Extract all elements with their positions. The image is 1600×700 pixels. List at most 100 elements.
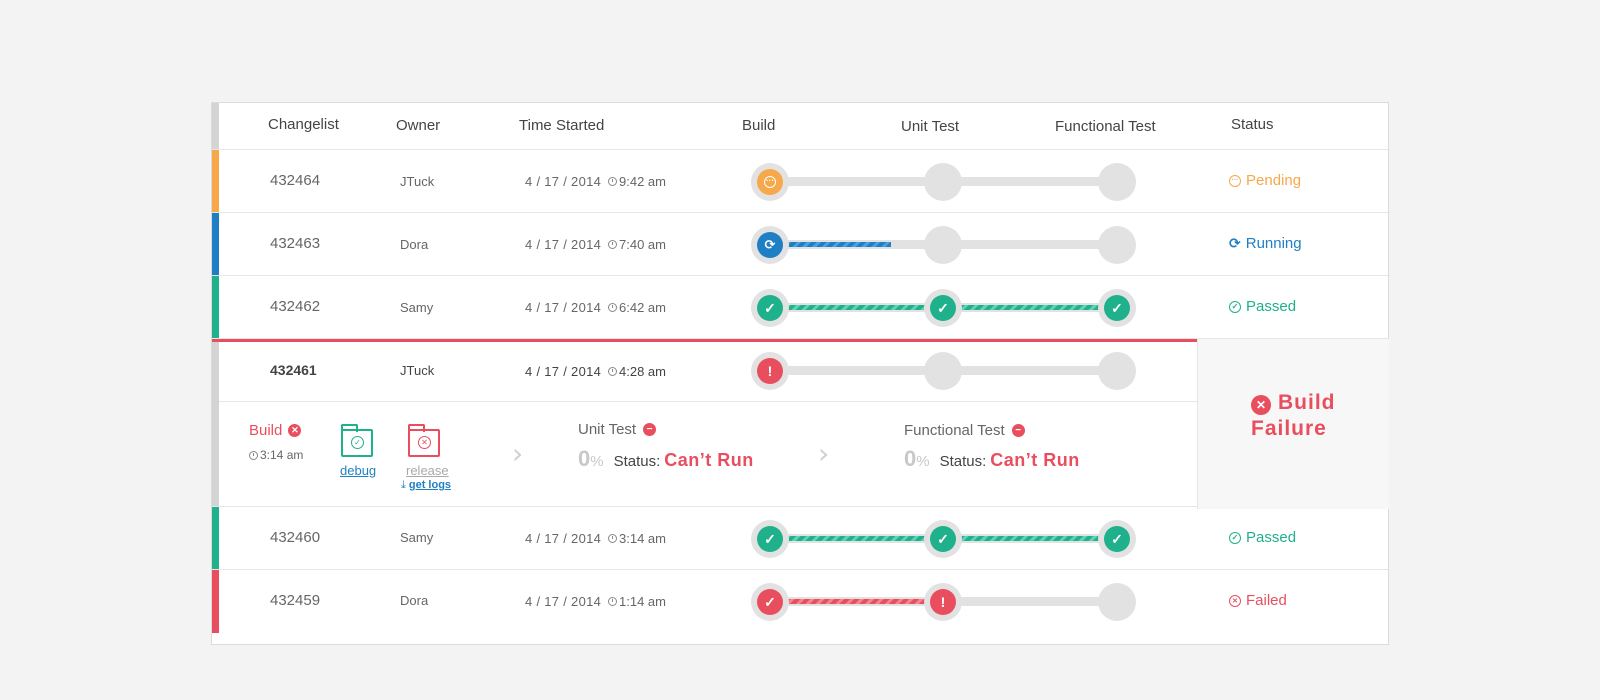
check-icon: ✓ xyxy=(937,530,949,547)
functional-test-node[interactable] xyxy=(1098,163,1136,201)
date-started: 4 / 17 / 2014 xyxy=(525,531,602,546)
owner-name: Samy xyxy=(400,530,434,545)
row-stripe xyxy=(212,103,219,149)
release-folder-icon[interactable]: ✕ xyxy=(408,424,440,457)
percent-sign: % xyxy=(916,453,930,470)
status-text: Pending xyxy=(1246,172,1302,189)
header-owner[interactable]: Owner xyxy=(396,117,440,134)
build-label: Build xyxy=(249,422,283,439)
unit-test-node[interactable]: ! xyxy=(924,583,962,621)
minus-circle-icon: − xyxy=(1011,424,1025,437)
functional-test-node[interactable] xyxy=(1098,352,1136,390)
date-started: 4 / 17 / 2014 xyxy=(525,300,602,315)
header-time-started[interactable]: Time Started xyxy=(519,117,604,134)
time-started: 9:42 am xyxy=(608,174,666,189)
unit-test-node[interactable] xyxy=(924,226,962,264)
owner-name: JTuck xyxy=(400,363,435,378)
functional-test-node[interactable] xyxy=(1098,583,1136,621)
times-circle-icon: ✕ xyxy=(1229,594,1241,607)
build-duration: 3:14 am xyxy=(249,448,303,462)
download-icon: ⤓ xyxy=(401,478,406,491)
date-started: 4 / 17 / 2014 xyxy=(525,364,602,379)
build-node[interactable]: ! xyxy=(751,352,789,390)
header-unit-test[interactable]: Unit Test xyxy=(901,118,959,135)
row-stripe xyxy=(212,213,219,275)
clock-icon xyxy=(608,303,617,312)
times-circle-icon: ✕ xyxy=(418,436,431,449)
time-value: 4:28 am xyxy=(619,364,666,379)
time-value: 3:14 am xyxy=(619,531,666,546)
changelist-id: 432462 xyxy=(270,298,321,315)
unit-test-node[interactable]: ✓ xyxy=(924,520,962,558)
build-node[interactable]: ✓ xyxy=(751,583,789,621)
table-row[interactable]: 432460 Samy 4 / 17 / 2014 3:14 am ✓ ✓ ✓ … xyxy=(212,507,1388,570)
status-text: Failed xyxy=(1246,592,1287,609)
pipeline-progress: ✓ ✓ ✓ xyxy=(751,288,1136,328)
header-build[interactable]: Build xyxy=(742,117,775,134)
owner-name: JTuck xyxy=(400,174,435,189)
functional-test-status: Can’t Run xyxy=(990,450,1080,470)
header-status[interactable]: Status xyxy=(1231,116,1274,133)
date-started: 4 / 17 / 2014 xyxy=(525,174,602,189)
header-functional-test[interactable]: Functional Test xyxy=(1055,118,1156,135)
build-failure-line2: Failure xyxy=(1251,417,1327,440)
changelist-id: 432460 xyxy=(270,529,321,546)
row-stripe xyxy=(212,507,219,569)
pipeline-progress: ⟳ xyxy=(751,225,1136,265)
chevron-right-icon: › xyxy=(512,437,524,470)
debug-link[interactable]: debug xyxy=(340,463,376,478)
date-started: 4 / 17 / 2014 xyxy=(525,594,602,609)
status-badge: ··· Pending xyxy=(1229,172,1301,189)
functional-test-heading: Functional Test − xyxy=(904,422,1025,439)
time-value: 1:14 am xyxy=(619,594,666,609)
check-circle-icon: ✓ xyxy=(1229,531,1241,544)
functional-test-node[interactable]: ✓ xyxy=(1098,520,1136,558)
owner-name: Dora xyxy=(400,593,429,608)
table-row[interactable]: 432464 JTuck 4 / 17 / 2014 9:42 am ··· ·… xyxy=(212,150,1388,213)
table-row[interactable]: 432463 Dora 4 / 17 / 2014 7:40 am ⟳ ⟳ Ru… xyxy=(212,213,1388,276)
status-badge: ✓ Passed xyxy=(1229,298,1296,315)
pipeline-progress: ✓ ! xyxy=(751,582,1136,622)
row-stripe xyxy=(212,276,219,338)
row-stripe xyxy=(212,342,219,506)
functional-test-node[interactable]: ✓ xyxy=(1098,289,1136,327)
build-failure-panel: ✕ Build Failure xyxy=(1197,339,1389,509)
clock-icon xyxy=(608,367,617,376)
unit-test-node[interactable] xyxy=(924,163,962,201)
time-started: 7:40 am xyxy=(608,237,666,252)
table-row[interactable]: 432459 Dora 4 / 17 / 2014 1:14 am ✓ ! ✕ … xyxy=(212,570,1388,633)
status-badge: ✕ Failed xyxy=(1229,592,1287,609)
time-started: 4:28 am xyxy=(608,364,666,379)
release-link[interactable]: release xyxy=(406,463,449,478)
table-row-expanded[interactable]: 432461 JTuck 4 / 17 / 2014 4:28 am ! Bui… xyxy=(212,339,1389,509)
status-text: Running xyxy=(1245,235,1302,252)
detail-divider xyxy=(219,401,1197,402)
clock-icon xyxy=(608,534,617,543)
refresh-icon: ⟳ xyxy=(1229,235,1241,252)
functional-test-percent: 0 xyxy=(904,446,917,471)
build-pipeline-table: Changelist Owner Time Started Build Unit… xyxy=(211,102,1389,645)
functional-test-summary: 0 % Status: Can’t Run xyxy=(904,446,1080,472)
debug-folder-icon[interactable]: ✓ xyxy=(341,424,373,457)
get-logs-label[interactable]: get logs xyxy=(409,479,451,491)
get-logs-button[interactable]: ⤓ get logs xyxy=(401,478,451,492)
header-changelist[interactable]: Changelist xyxy=(268,116,339,133)
build-node[interactable]: ⟳ xyxy=(751,226,789,264)
unit-test-node[interactable]: ✓ xyxy=(924,289,962,327)
pipeline-progress: ··· xyxy=(751,162,1136,202)
functional-test-node[interactable] xyxy=(1098,226,1136,264)
check-icon: ✓ xyxy=(764,530,776,547)
changelist-id: 432461 xyxy=(270,362,317,378)
detail-build-heading: Build ✕ xyxy=(249,422,302,439)
progress-fill xyxy=(769,599,944,604)
table-row[interactable]: 432462 Samy 4 / 17 / 2014 6:42 am ✓ ✓ ✓ … xyxy=(212,276,1388,339)
times-circle-icon: ✕ xyxy=(1251,395,1271,415)
changelist-id: 432463 xyxy=(270,235,321,252)
owner-name: Samy xyxy=(400,300,434,315)
build-node[interactable]: ✓ xyxy=(751,289,789,327)
check-icon: ✓ xyxy=(764,299,776,316)
build-node[interactable]: ··· xyxy=(751,163,789,201)
unit-test-node[interactable] xyxy=(924,352,962,390)
build-node[interactable]: ✓ xyxy=(751,520,789,558)
clock-icon xyxy=(249,450,258,460)
